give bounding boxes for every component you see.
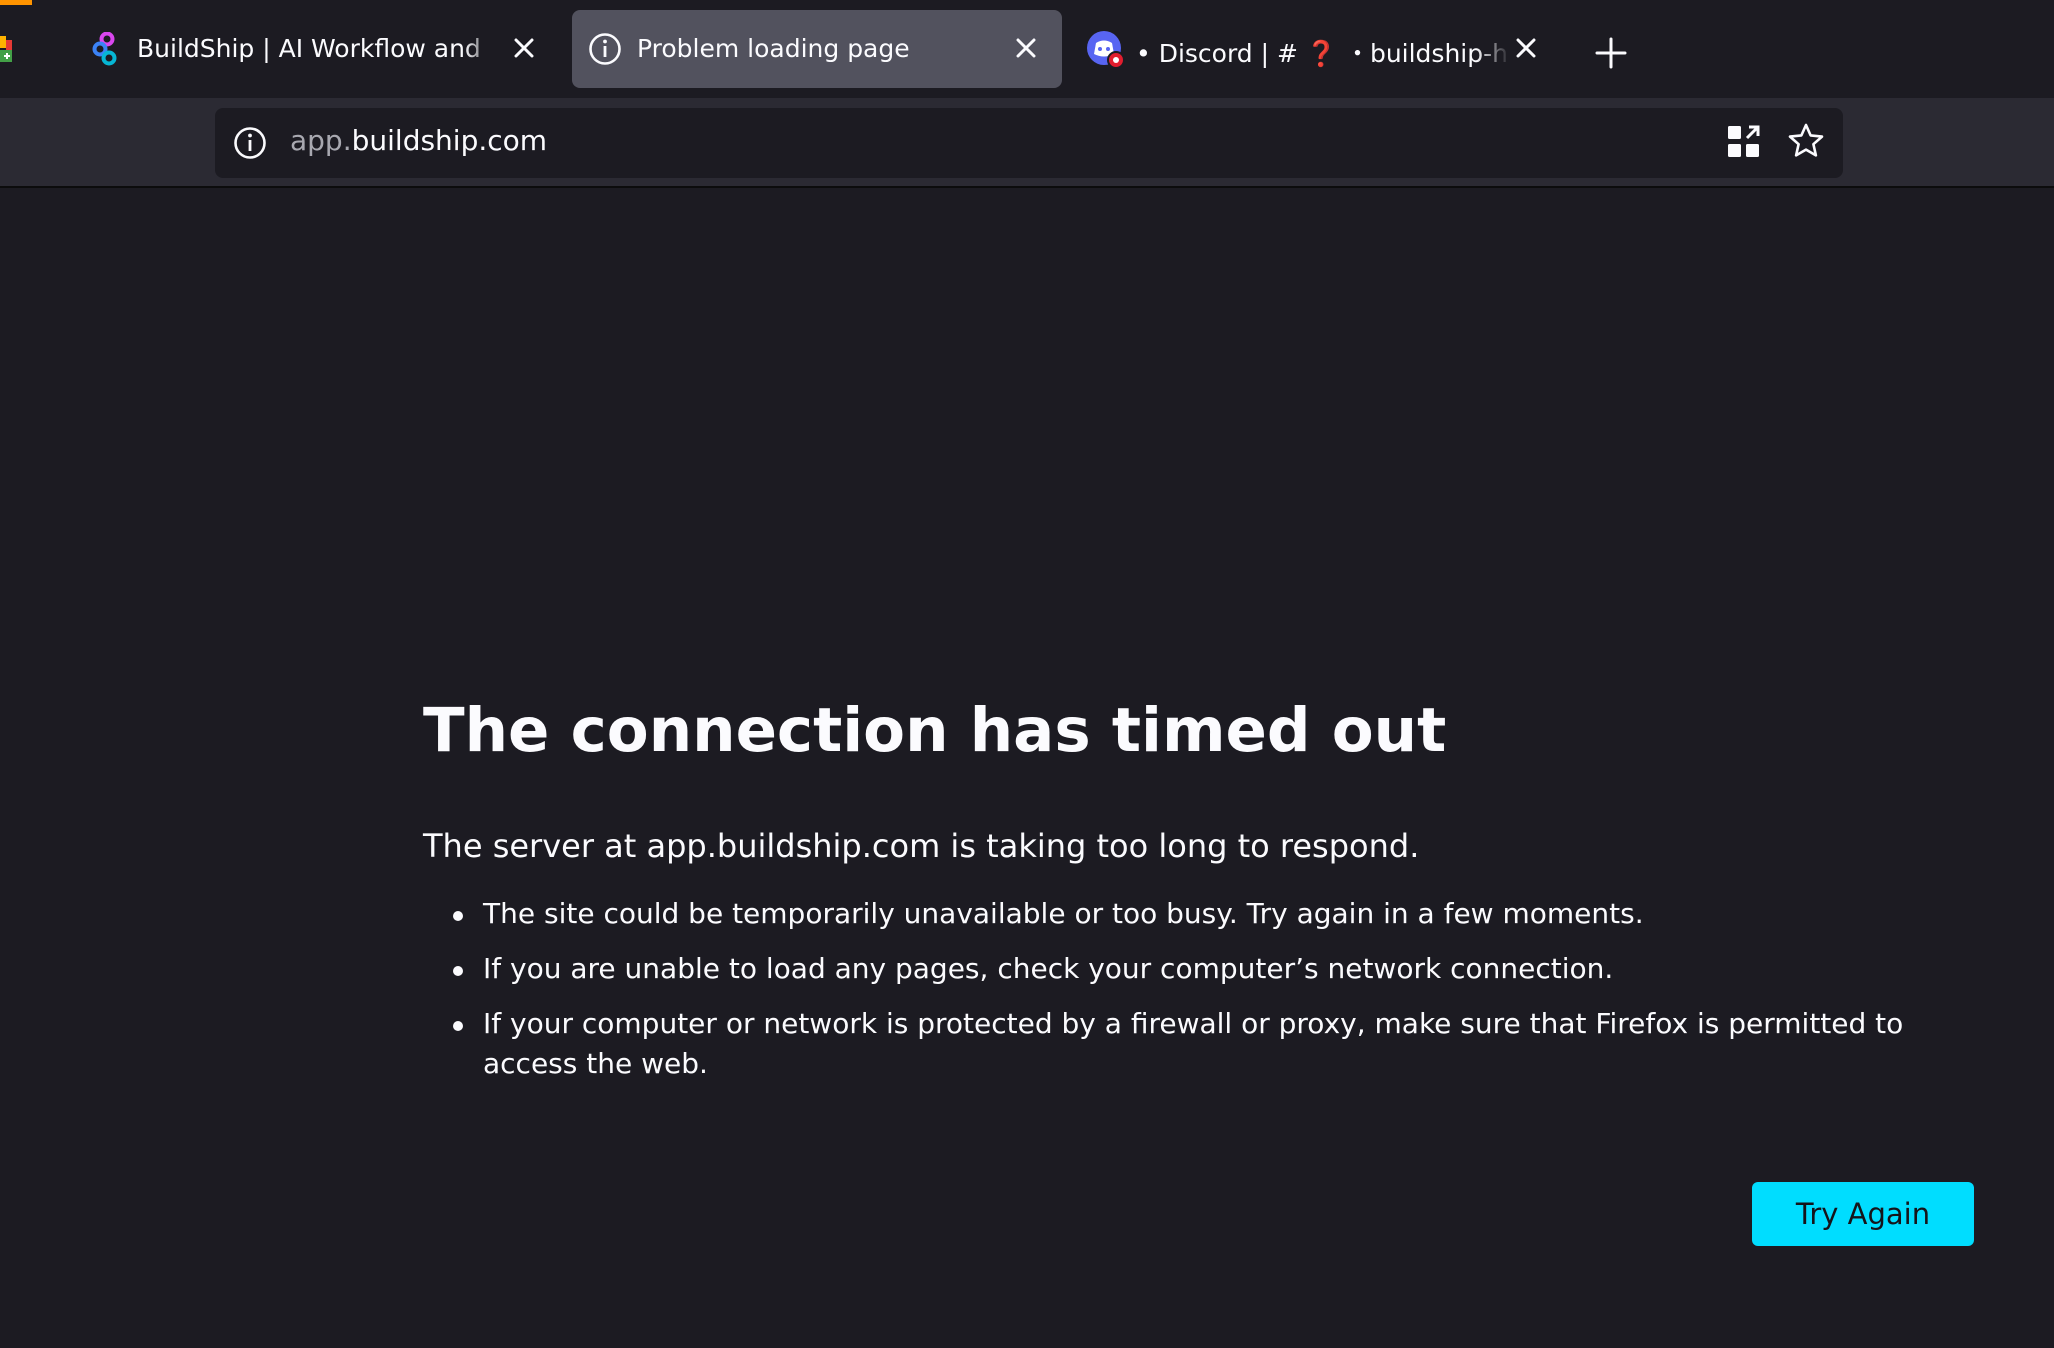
error-reasons-list: The site could be temporarily unavailabl… <box>423 894 1983 1084</box>
list-item: If you are unable to load any pages, che… <box>453 949 1983 989</box>
new-tab-button[interactable] <box>1594 36 1628 70</box>
try-again-button[interactable]: Try Again <box>1752 1182 1974 1246</box>
tab-title: Problem loading page <box>637 34 910 63</box>
buildship-logo-icon <box>92 32 117 66</box>
tab-title: • Discord | # ❓ ・buildship-help | B <box>1136 39 1506 68</box>
qr-code-icon[interactable] <box>1727 124 1761 160</box>
bookmark-star-icon[interactable] <box>1787 122 1825 160</box>
tab-buildship[interactable]: BuildShip | AI Workflow and Backend <box>80 10 544 88</box>
discord-icon <box>1087 31 1125 69</box>
address-bar[interactable]: app.buildship.com <box>215 108 1843 178</box>
navigation-toolbar: app.buildship.com <box>0 98 2054 188</box>
tab-strip: BuildShip | AI Workflow and Backend Prob… <box>0 0 2054 98</box>
tab-title-fade <box>464 10 498 88</box>
close-icon <box>1516 38 1536 58</box>
tab-title: BuildShip | AI Workflow and Backend <box>137 34 489 63</box>
site-info-icon[interactable] <box>233 126 267 160</box>
close-icon <box>1016 38 1036 58</box>
error-description: The server at app.buildship.com is takin… <box>423 827 1420 865</box>
url-subdomain: app. <box>290 124 352 157</box>
list-item: If your computer or network is protected… <box>453 1004 1983 1084</box>
list-item: The site could be temporarily unavailabl… <box>453 894 1983 934</box>
tab-discord[interactable]: • Discord | # ❓ ・buildship-help | B <box>1080 10 1546 88</box>
tab-title-fade <box>1476 10 1510 88</box>
url-domain: buildship.com <box>351 124 548 157</box>
partial-tab-favicon-icon <box>0 36 12 62</box>
tab-problem-loading[interactable]: Problem loading page <box>572 10 1062 88</box>
tab-close-button[interactable] <box>510 34 538 62</box>
tab-close-button[interactable] <box>1512 34 1540 62</box>
close-icon <box>514 38 534 58</box>
loading-indicator <box>0 0 32 5</box>
error-heading: The connection has timed out <box>423 695 1447 766</box>
url-text[interactable]: app.buildship.com <box>290 124 547 157</box>
error-page-content: The connection has timed out The server … <box>423 686 1983 1099</box>
info-icon <box>589 33 621 65</box>
tab-close-button[interactable] <box>1012 34 1040 62</box>
